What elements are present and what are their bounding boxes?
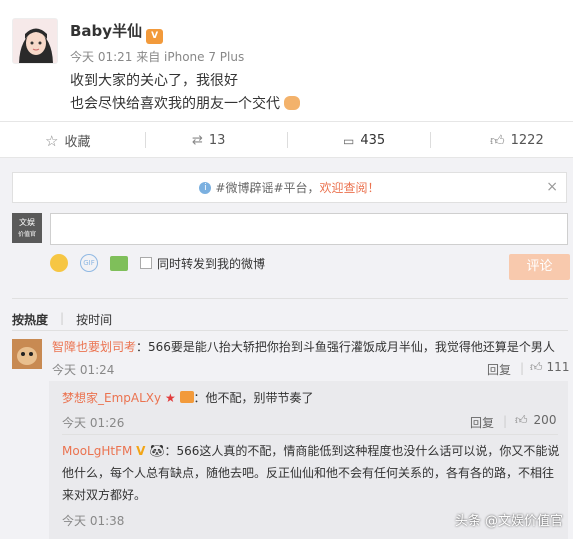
info-icon: i bbox=[199, 181, 212, 194]
post-author[interactable]: Baby半仙 V bbox=[70, 20, 164, 44]
notice-link[interactable]: 欢迎查阅！ bbox=[320, 179, 380, 196]
like-count: 1222 bbox=[510, 133, 544, 148]
submit-comment-button[interactable]: 评论 bbox=[509, 254, 570, 280]
v-badge-icon: V bbox=[136, 444, 146, 458]
post-text-line-2: 也会尽快给喜欢我的朋友一个交代 bbox=[70, 93, 301, 113]
repost-checkbox[interactable] bbox=[140, 257, 152, 269]
thumbs-up-icon: 👍︎ bbox=[530, 360, 543, 374]
comment-text: ：566要是能八抬大轿把你抬到斗鱼强行灌饭成月半仙，我觉得他还算是个男人 bbox=[136, 340, 555, 354]
reply-body: MooLgHtFM V 🐼︎：566这人真的不配，情商能低到这种程度也没什么话可… bbox=[62, 440, 564, 506]
post-text-line-2-text: 也会尽快给喜欢我的朋友一个交代 bbox=[70, 96, 280, 112]
commenter-name[interactable]: 智障也要划司考 bbox=[52, 340, 136, 354]
comment-input[interactable] bbox=[50, 213, 568, 245]
replier-name[interactable]: 梦想家_EmpALXy bbox=[62, 391, 161, 405]
comment-count: 435 bbox=[360, 133, 386, 148]
reply-like-count: 200 bbox=[533, 413, 557, 427]
divider bbox=[12, 298, 568, 299]
divider bbox=[62, 434, 558, 435]
gif-icon[interactable]: GIF bbox=[80, 254, 98, 272]
post-text-line-1: 收到大家的关心了，我很好 bbox=[70, 73, 238, 89]
reply-text: ：他不配，别带节奏了 bbox=[193, 391, 314, 405]
reply-text-line-3: 来对双方都好。 bbox=[62, 488, 147, 502]
rumor-notice: i #微博辟谣#平台， 欢迎查阅！ × bbox=[12, 172, 567, 203]
repost-icon: ⇄ bbox=[192, 133, 203, 148]
repost-option[interactable]: 同时转发到我的微博 bbox=[140, 255, 265, 272]
sort-by-time-tab[interactable]: 按时间 bbox=[76, 311, 112, 328]
reply-like-button[interactable]: 👍︎ 200 bbox=[515, 413, 556, 428]
divider bbox=[430, 132, 431, 148]
notice-text: #微博辟谣#平台， bbox=[215, 181, 320, 195]
post-card: Baby半仙 V 今天 01:21 来自 iPhone 7 Plus 收到大家的关… bbox=[0, 0, 573, 121]
comment-icon: ▭ bbox=[343, 133, 355, 148]
reply-body: 梦想家_EmpALXy ★ ：他不配，别带节奏了 bbox=[62, 387, 314, 409]
post-actions-bar: ☆ 收藏 ⇄ 13 ▭ 435 👍︎ 1222 bbox=[0, 121, 573, 158]
praying-hands-emoji-icon bbox=[284, 96, 301, 110]
reply-button[interactable]: 回复 bbox=[487, 361, 511, 378]
close-icon[interactable]: × bbox=[546, 179, 558, 195]
comment-like-button[interactable]: 👍︎ 111 bbox=[530, 360, 569, 375]
repost-checkbox-label: 同时转发到我的微博 bbox=[157, 256, 266, 271]
like-button[interactable]: 👍︎ 1222 bbox=[490, 122, 544, 159]
verified-badge-icon bbox=[179, 391, 194, 403]
reply-button[interactable]: 回复 bbox=[470, 414, 494, 431]
avatar-text-line-1: 文娱 bbox=[19, 218, 35, 227]
star-badge-icon: ★ bbox=[164, 391, 176, 405]
favorite-button[interactable]: ☆ 收藏 bbox=[45, 122, 90, 159]
current-user-avatar: 文娱 价值官 bbox=[12, 213, 42, 243]
divider bbox=[12, 330, 568, 331]
divider bbox=[287, 132, 288, 148]
divider: | bbox=[520, 361, 525, 375]
emoji-icon[interactable] bbox=[50, 254, 68, 272]
reply-text-line-2: 他什么，每个人总有缺点，随他去吧。反正仙仙和他不会有任何关系的，各有各的路，不相… bbox=[62, 466, 555, 480]
repost-button[interactable]: ⇄ 13 bbox=[192, 122, 225, 159]
replier-name[interactable]: MooLgHtFM bbox=[62, 444, 132, 458]
reply-time: 今天 01:38 bbox=[62, 514, 125, 528]
favorite-label: 收藏 bbox=[64, 135, 91, 150]
panda-emoji-icon: 🐼︎ bbox=[149, 444, 165, 458]
reply-text-line-1: ：566这人真的不配，情商能低到这种程度也没什么话可以说，你又不能说 bbox=[164, 444, 560, 458]
comment-sort-tabs: 按热度 | 按时间 bbox=[12, 311, 112, 328]
divider: | bbox=[60, 311, 65, 325]
comment-body: 智障也要划司考：566要是能八抬大轿把你抬到斗鱼强行灌饭成月半仙，我觉得他还算是… bbox=[52, 336, 555, 358]
comment-time: 今天 01:24 bbox=[52, 363, 115, 377]
reply-time: 今天 01:26 bbox=[62, 416, 125, 430]
star-icon: ☆ bbox=[45, 131, 59, 150]
post-meta: 今天 01:21 来自 iPhone 7 Plus bbox=[70, 50, 245, 64]
comment-like-count: 111 bbox=[546, 360, 570, 374]
compose-toolbar: GIF 同时转发到我的微博 bbox=[50, 251, 265, 275]
image-icon[interactable] bbox=[110, 255, 128, 271]
sort-by-hot-tab[interactable]: 按热度 bbox=[12, 311, 48, 328]
avatar-text-line-2: 价值官 bbox=[17, 231, 36, 238]
thumbs-up-icon: 👍︎ bbox=[515, 413, 528, 427]
repost-count: 13 bbox=[208, 133, 226, 148]
author-name[interactable]: Baby半仙 bbox=[70, 22, 142, 40]
divider bbox=[145, 132, 146, 148]
commenter-avatar[interactable] bbox=[12, 339, 42, 369]
verified-badge-icon: V bbox=[146, 29, 164, 44]
watermark: 头条 @文娱价值官 bbox=[454, 514, 563, 529]
divider: | bbox=[503, 414, 508, 428]
avatar[interactable] bbox=[12, 18, 58, 64]
thumbs-up-icon: 👍︎ bbox=[490, 133, 505, 149]
comment-button[interactable]: ▭ 435 bbox=[343, 122, 385, 159]
